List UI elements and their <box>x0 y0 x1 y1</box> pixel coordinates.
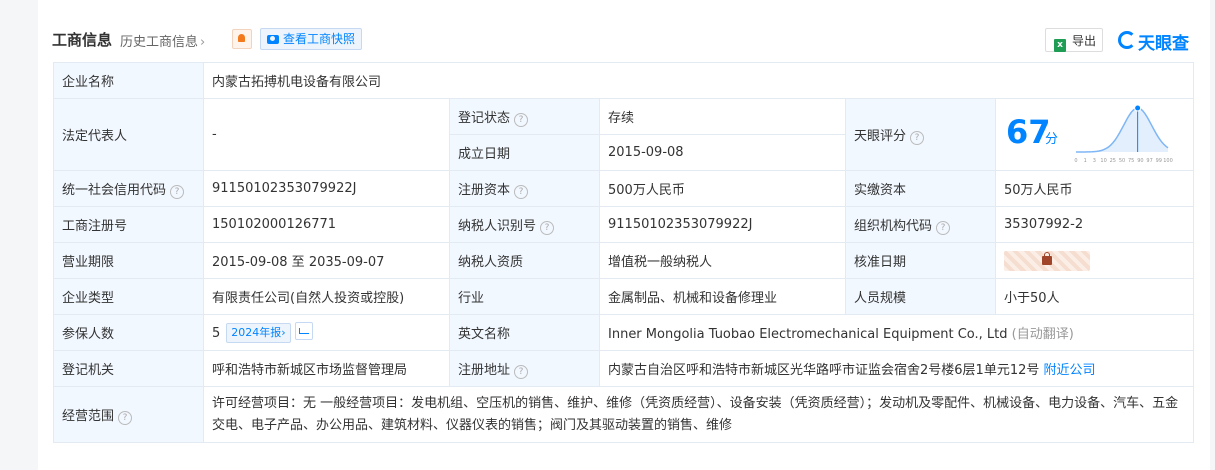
label-scope: 经营范围? <box>53 386 204 443</box>
reg-address-value: 内蒙古自治区呼和浩特市新城区光华路呼市证监会宿舍2号楼6层1单元12号 附近公司 <box>599 350 1194 387</box>
score-scale-tick: 97 <box>1146 158 1152 164</box>
score-scale-tick: 10 <box>1100 158 1106 164</box>
snapshot-button[interactable]: 查看工商快照 <box>260 28 363 50</box>
export-button[interactable]: x 导出 <box>1045 28 1103 52</box>
label-company-name: 企业名称 <box>53 62 204 99</box>
history-info-link[interactable]: 历史工商信息 › <box>120 31 205 50</box>
label-reg-number: 工商注册号 <box>53 206 204 243</box>
label-reg-status: 登记状态? <box>449 98 600 135</box>
insured-value: 5 2024年报› <box>203 314 450 351</box>
reg-number-value: 150102000126771 <box>203 206 450 243</box>
term-value: 2015-09-08 至 2035-09-07 <box>203 242 450 279</box>
help-icon[interactable]: ? <box>514 184 529 199</box>
score-unit: 分 <box>1045 132 1059 147</box>
excel-icon: x <box>1054 39 1066 52</box>
approval-date-value[interactable] <box>995 242 1194 279</box>
score-scale-tick: 3 <box>1093 158 1096 164</box>
legal-rep-value: - <box>203 98 450 171</box>
insured-count: 5 <box>212 326 221 341</box>
score-scale-tick: 100 <box>1163 158 1173 164</box>
paid-capital-value: 50万人民币 <box>995 170 1194 207</box>
label-approval-date: 核准日期 <box>845 242 996 279</box>
help-icon[interactable]: ? <box>118 410 133 425</box>
label-taxpayer-qual: 纳税人资质 <box>449 242 600 279</box>
score-scale-tick: 90 <box>1137 158 1143 164</box>
auto-translate-note: (自动翻译) <box>1011 327 1074 342</box>
label-company-type: 企业类型 <box>53 278 204 315</box>
bell-icon[interactable] <box>232 29 252 49</box>
label-reg-authority: 登记机关 <box>53 350 204 387</box>
help-icon[interactable]: ? <box>514 364 529 379</box>
nearby-companies-link[interactable]: 附近公司 <box>1044 363 1096 378</box>
help-icon[interactable]: ? <box>170 184 185 199</box>
taxpayer-id-value: 91150102353079922J <box>599 206 846 243</box>
industry-value: 金属制品、机械和设备修理业 <box>599 278 846 315</box>
help-icon[interactable]: ? <box>936 220 951 235</box>
section-title: 工商信息 <box>52 31 113 49</box>
score-scale-tick: 75 <box>1128 158 1134 164</box>
score-scale-tick: 1 <box>1084 158 1087 164</box>
annual-report-tag[interactable]: 2024年报› <box>226 323 291 343</box>
label-industry: 行业 <box>449 278 600 315</box>
score-scale-tick: 50 <box>1119 158 1125 164</box>
tianyan-score-value[interactable]: 67 分 0 1 3 10 25 50 75 90 97 99 100 <box>995 98 1194 171</box>
staff-size-value: 小于50人 <box>995 278 1194 315</box>
score-scale-tick: 25 <box>1110 158 1116 164</box>
founded-value: 2015-09-08 <box>599 134 846 171</box>
business-info-card: 工商信息 历史工商信息 › 查看工商快照 x 导出 天眼查 企业名称 内蒙古拓搏机电… <box>38 0 1210 470</box>
score-scale-tick: 99 <box>1156 158 1162 164</box>
company-type-value: 有限责任公司(自然人投资或控股) <box>203 278 450 315</box>
help-icon[interactable]: ? <box>910 130 925 145</box>
label-staff-size: 人员规模 <box>845 278 996 315</box>
credit-code-value: 91150102353079922J <box>203 170 450 207</box>
section-header: 工商信息 历史工商信息 › 查看工商快照 x 导出 天眼查 <box>52 27 1196 54</box>
help-icon[interactable]: ? <box>514 112 529 127</box>
score-number: 67 <box>1006 113 1051 151</box>
lock-icon <box>1042 251 1052 265</box>
label-tianyan-score: 天眼评分? <box>845 98 996 171</box>
logo-icon <box>1118 31 1136 49</box>
label-legal-rep: 法定代表人 <box>53 98 204 171</box>
score-marker-dot <box>1134 104 1142 112</box>
label-english-name: 英文名称 <box>449 314 600 351</box>
reg-authority-value: 呼和浩特市新城区市场监督管理局 <box>203 350 450 387</box>
chevron-right-icon: › <box>200 35 206 50</box>
label-term: 营业期限 <box>53 242 204 279</box>
label-insured: 参保人数 <box>53 314 204 351</box>
label-paid-capital: 实缴资本 <box>845 170 996 207</box>
locked-content[interactable] <box>1004 250 1090 271</box>
score-distribution-chart: 0 1 3 10 25 50 75 90 97 99 100 <box>1074 104 1173 164</box>
label-reg-address: 注册地址? <box>449 350 600 387</box>
reg-capital-value: 500万人民币 <box>599 170 846 207</box>
camera-icon <box>267 35 279 44</box>
taxpayer-qual-value: 增值税一般纳税人 <box>599 242 846 279</box>
trend-chart-icon[interactable] <box>294 322 313 340</box>
label-taxpayer-id: 纳税人识别号? <box>449 206 600 243</box>
help-icon[interactable]: ? <box>540 220 555 235</box>
score-scale-tick: 0 <box>1074 158 1077 164</box>
label-reg-capital: 注册资本? <box>449 170 600 207</box>
reg-status-value: 存续 <box>599 98 846 135</box>
company-name-value: 内蒙古拓搏机电设备有限公司 <box>203 62 1194 99</box>
english-name-value: Inner Mongolia Tuobao Electromechanical … <box>599 314 1194 351</box>
org-code-value: 35307992-2 <box>995 206 1194 243</box>
label-founded: 成立日期 <box>449 134 600 171</box>
label-credit-code: 统一社会信用代码? <box>53 170 204 207</box>
business-info-table: 企业名称 内蒙古拓搏机电设备有限公司 法定代表人 - 登记状态? 存续 天眼评分… <box>53 62 1194 443</box>
label-org-code: 组织机构代码? <box>845 206 996 243</box>
scope-value: 许可经营项目：无 一般经营项目：发电机组、空压机的销售、维护、维修（凭资质经营）… <box>203 386 1194 443</box>
